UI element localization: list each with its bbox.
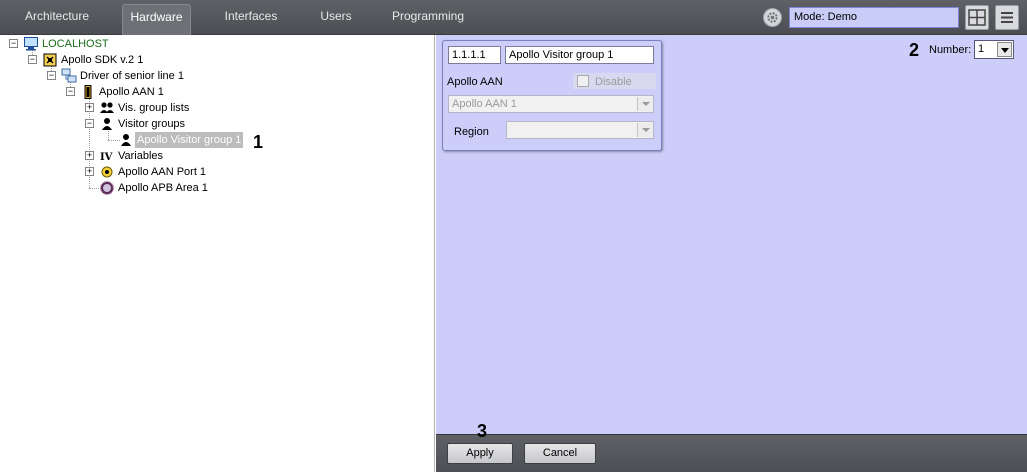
cancel-button[interactable]: Cancel	[524, 443, 596, 464]
dropdown-arrow-icon	[637, 97, 652, 111]
tree-item-apollo-visitor-group[interactable]: Apollo Visitor group 1	[135, 132, 244, 148]
tab-programming[interactable]: Programming	[385, 4, 471, 35]
users-icon	[100, 102, 114, 113]
dropdown-arrow-icon	[997, 42, 1012, 57]
gear-icon	[767, 12, 778, 23]
device-icon	[84, 85, 92, 99]
dropdown-arrow-icon	[637, 123, 652, 137]
collapse-toggle[interactable]: −	[47, 71, 56, 80]
tree-item-driver-senior-line[interactable]: Driver of senior line 1	[78, 68, 186, 84]
collapse-toggle[interactable]: −	[66, 87, 75, 96]
svg-text:IV: IV	[100, 152, 113, 163]
tree-item-apollo-aan-port[interactable]: Apollo AAN Port 1	[116, 164, 208, 180]
callout-marker-3: 3	[477, 421, 488, 441]
collapse-toggle[interactable]: −	[85, 119, 94, 128]
apollo-aan-select[interactable]: Apollo AAN 1	[448, 95, 654, 113]
callout-marker-2: 2	[909, 40, 920, 60]
layout-grid-icon	[968, 9, 986, 26]
apollo-aan-label: Apollo AAN	[447, 76, 503, 88]
variables-icon: IV	[100, 152, 113, 163]
tree-item-localhost[interactable]: LOCALHOST	[40, 36, 111, 52]
expand-toggle[interactable]: +	[85, 103, 94, 112]
user-icon	[121, 134, 131, 146]
disable-checkbox[interactable]	[577, 75, 589, 87]
top-navigation-bar: Architecture Hardware Interfaces Users P…	[0, 0, 1027, 35]
number-label: Number:	[929, 44, 972, 56]
user-icon	[102, 118, 112, 130]
disable-label: Disable	[595, 76, 632, 88]
tree-item-visitor-groups[interactable]: Visitor groups	[116, 116, 187, 132]
expand-toggle[interactable]: +	[85, 151, 94, 160]
menu-icon	[1001, 12, 1013, 23]
region-select[interactable]	[506, 121, 654, 139]
tree-item-variables[interactable]: Variables	[116, 148, 165, 164]
collapse-toggle[interactable]: −	[9, 39, 18, 48]
object-name-field[interactable]: Apollo Visitor group 1	[505, 46, 654, 64]
mode-indicator[interactable]: Mode: Demo	[789, 7, 959, 28]
tree-item-vis-group-lists[interactable]: Vis. group lists	[116, 100, 191, 116]
object-id-field[interactable]: 1.1.1.1	[448, 46, 501, 64]
expand-toggle[interactable]: +	[85, 167, 94, 176]
chip-icon	[43, 53, 57, 67]
tab-users[interactable]: Users	[308, 4, 364, 35]
network-icon	[61, 68, 77, 83]
computer-icon	[24, 37, 38, 51]
tree-item-apollo-apb-area[interactable]: Apollo APB Area 1	[116, 180, 210, 196]
tree-item-apollo-aan[interactable]: Apollo AAN 1	[97, 84, 166, 100]
port-icon	[101, 166, 113, 178]
hardware-tree-panel	[0, 35, 435, 472]
menu-button[interactable]	[995, 5, 1019, 30]
tab-hardware[interactable]: Hardware	[122, 4, 191, 35]
tab-interfaces[interactable]: Interfaces	[214, 4, 288, 35]
layout-button[interactable]	[965, 5, 989, 30]
area-icon	[99, 180, 115, 196]
tab-architecture[interactable]: Architecture	[14, 4, 100, 35]
tree-item-apollo-sdk[interactable]: Apollo SDK v.2 1	[59, 52, 145, 68]
gear-button[interactable]	[763, 8, 782, 27]
number-select[interactable]: 1	[974, 40, 1014, 59]
region-label: Region	[454, 126, 489, 138]
apply-button[interactable]: Apply	[447, 443, 513, 464]
collapse-toggle[interactable]: −	[28, 55, 37, 64]
callout-marker-1: 1	[253, 132, 264, 152]
